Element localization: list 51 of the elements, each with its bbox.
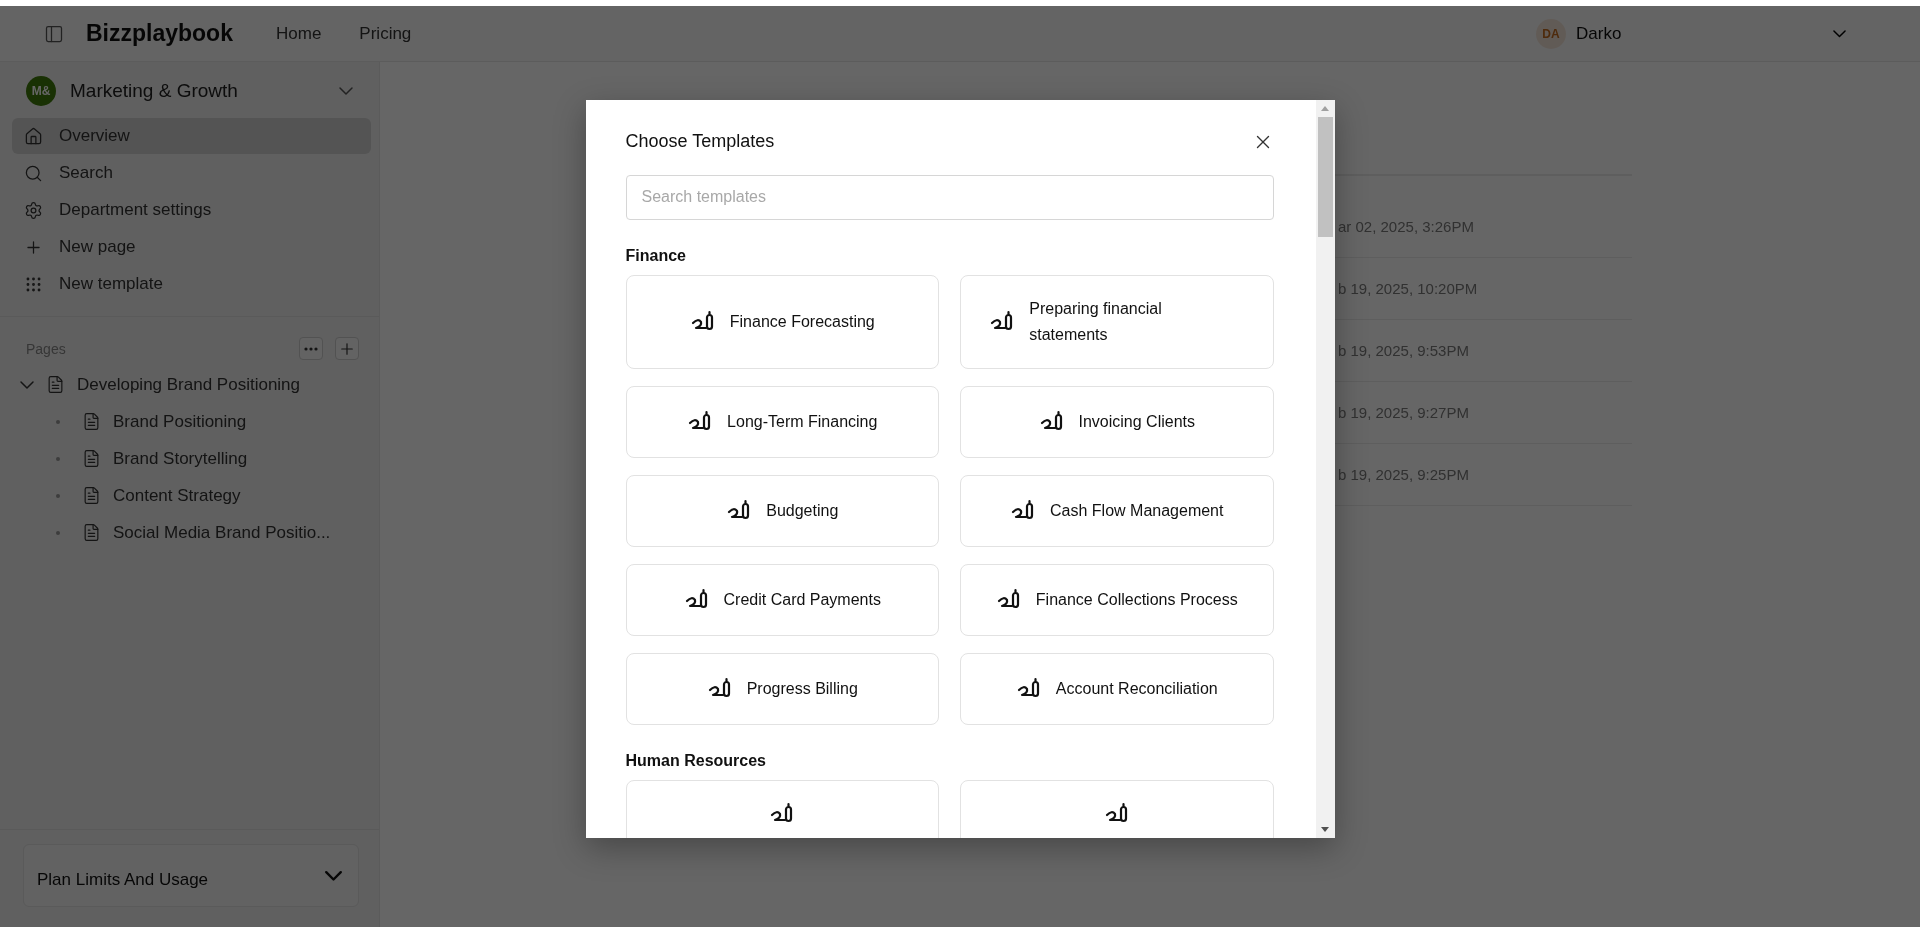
section-heading: Finance [625, 246, 687, 265]
template-card[interactable]: Finance Collections Process [960, 563, 1274, 636]
workspace-avatar: M& [26, 76, 56, 106]
nav-link[interactable]: Pricing [359, 23, 412, 44]
dialog-title: Choose Templates [625, 131, 775, 152]
template-card[interactable]: Account Reconciliation [960, 652, 1274, 725]
document-icon [82, 523, 101, 542]
sidebar-nav-item[interactable]: New page [12, 229, 371, 265]
template-card[interactable]: Credit Card Payments [625, 563, 939, 636]
page-tree-item[interactable]: Content Strategy [0, 477, 379, 514]
sidebar-nav-item[interactable]: Search [12, 155, 371, 191]
template-card[interactable]: Budgeting [625, 474, 939, 547]
brand-name: Bizzplaybook [86, 20, 234, 47]
more-icon [304, 346, 318, 351]
settings-icon [24, 200, 43, 220]
page-tree-item[interactable]: Developing Brand Positioning [0, 366, 379, 403]
sidebar-nav-item[interactable]: New template [12, 266, 371, 302]
user-menu-button[interactable]: DA Darko [1536, 18, 1846, 49]
template-card[interactable] [960, 779, 1274, 838]
page-tree-item[interactable]: Brand Storytelling [0, 440, 379, 477]
page-tree-item[interactable]: Social Media Brand Positio... [0, 514, 379, 551]
sidebar-nav-item[interactable]: Overview [12, 118, 371, 154]
template-card[interactable] [625, 779, 939, 838]
document-icon [82, 412, 101, 431]
template-card[interactable]: Preparing financial statements [960, 274, 1274, 369]
sidebar-toggle-button[interactable] [44, 23, 64, 44]
chevron-down-icon [1833, 29, 1846, 38]
template-card[interactable]: Invoicing Clients [960, 385, 1274, 458]
chevron-down-icon [339, 87, 353, 95]
template-card[interactable]: Progress Billing [625, 652, 939, 725]
template-card[interactable]: Long-Term Financing [625, 385, 939, 458]
nav-link[interactable]: Home [276, 23, 322, 44]
chevron-down-icon [325, 870, 342, 881]
search-field[interactable]: Search templates [625, 174, 1274, 220]
home-icon [24, 126, 43, 146]
scrollbar[interactable] [1315, 99, 1335, 838]
template-card[interactable]: Cash Flow Management [960, 474, 1274, 547]
workspace-switcher[interactable]: M& Marketing & Growth [0, 64, 379, 118]
document-icon [82, 486, 101, 505]
page-tree-item[interactable]: Brand Positioning [0, 403, 379, 440]
user-avatar: DA [1536, 18, 1566, 49]
document-icon [46, 375, 65, 394]
section-heading: Human Resources [625, 751, 767, 770]
plan-usage-dropdown[interactable]: Plan Limits And Usage [23, 844, 359, 907]
sidebar-nav-item[interactable]: Department settings [12, 192, 371, 228]
user-name: Darko [1576, 23, 1623, 44]
document-icon [82, 449, 101, 468]
more-button[interactable] [299, 337, 323, 360]
template-card[interactable]: Finance Forecasting [625, 274, 939, 369]
add-page-button[interactable] [335, 337, 359, 360]
search-icon [24, 163, 43, 183]
